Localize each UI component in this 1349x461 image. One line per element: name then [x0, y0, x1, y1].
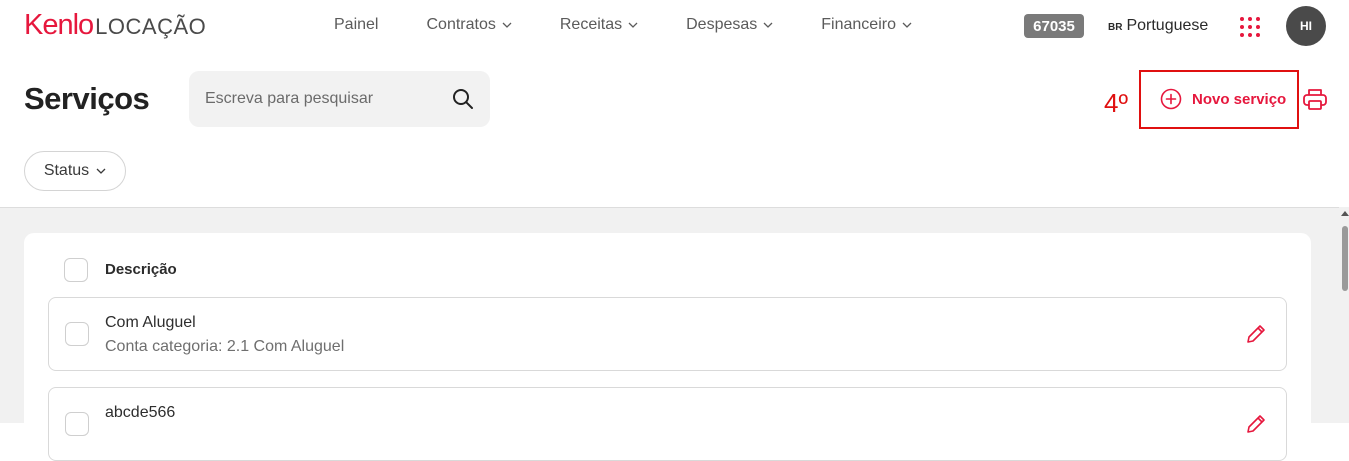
- main-nav: Painel Contratos Receitas Despesas Finan…: [334, 16, 960, 34]
- chevron-down-icon: [902, 22, 912, 28]
- status-filter-label: Status: [43, 162, 90, 179]
- status-filter-button[interactable]: Status: [24, 151, 126, 191]
- pencil-icon[interactable]: [1244, 412, 1268, 436]
- nav-item-contratos[interactable]: Contratos: [426, 16, 512, 34]
- kenlo-logo[interactable]: Kenlo LOCAÇÃO: [24, 9, 206, 43]
- chevron-down-icon: [96, 168, 106, 174]
- grid-dots-icon[interactable]: [1240, 17, 1260, 37]
- pencil-icon[interactable]: [1244, 322, 1268, 346]
- scrollbar-thumb[interactable]: [1342, 226, 1348, 291]
- search-input[interactable]: [205, 71, 445, 127]
- content-area: Descrição Com Aluguel Conta categoria: 2…: [0, 207, 1349, 461]
- search-box: [189, 71, 490, 127]
- nav-item-despesas[interactable]: Despesas: [686, 16, 773, 34]
- services-table: Descrição Com Aluguel Conta categoria: 2…: [24, 233, 1311, 461]
- step-annotation: 4º: [1104, 88, 1128, 118]
- row-subtitle: Conta categoria: 2.1 Com Aluguel: [105, 338, 345, 355]
- language-label: Portuguese: [1126, 17, 1209, 34]
- chevron-down-icon: [628, 22, 638, 28]
- table-row[interactable]: Com Aluguel Conta categoria: 2.1 Com Alu…: [48, 297, 1287, 371]
- nav-item-label: Financeiro: [821, 16, 896, 33]
- row-title: abcde566: [105, 404, 176, 421]
- row-title: Com Aluguel: [105, 314, 196, 331]
- chevron-down-icon: [502, 22, 512, 28]
- logo-product-text: LOCAÇÃO: [95, 14, 207, 39]
- nav-item-label: Contratos: [426, 16, 496, 33]
- select-all-checkbox[interactable]: [64, 258, 88, 282]
- new-service-button[interactable]: Novo serviço: [1160, 88, 1286, 110]
- top-navbar: Kenlo LOCAÇÃO Painel Contratos Receitas …: [0, 0, 1349, 52]
- row-checkbox[interactable]: [65, 412, 89, 436]
- column-header-descricao: Descrição: [105, 261, 177, 278]
- user-avatar[interactable]: HI: [1286, 6, 1326, 46]
- search-icon[interactable]: [452, 88, 474, 110]
- nav-item-receitas[interactable]: Receitas: [560, 16, 638, 34]
- nav-item-financeiro[interactable]: Financeiro: [821, 16, 912, 34]
- new-service-label: Novo serviço: [1192, 90, 1287, 108]
- nav-item-label: Receitas: [559, 16, 623, 33]
- account-id-badge: 67035: [1024, 14, 1084, 38]
- plus-circle-icon: [1160, 88, 1182, 110]
- scroll-up-arrow-icon[interactable]: [1341, 211, 1349, 216]
- table-row[interactable]: abcde566: [48, 387, 1287, 461]
- row-checkbox[interactable]: [65, 322, 89, 346]
- nav-item-painel[interactable]: Painel: [334, 16, 378, 34]
- nav-item-label: Despesas: [686, 16, 758, 33]
- nav-item-label: Painel: [334, 16, 379, 33]
- logo-brand-text: Kenlo: [24, 9, 94, 41]
- language-flag: BR: [1108, 22, 1123, 33]
- language-selector[interactable]: BR Portuguese: [1108, 17, 1208, 35]
- page-title: Serviços: [24, 81, 150, 116]
- chevron-down-icon: [763, 22, 773, 28]
- printer-icon[interactable]: [1302, 88, 1328, 112]
